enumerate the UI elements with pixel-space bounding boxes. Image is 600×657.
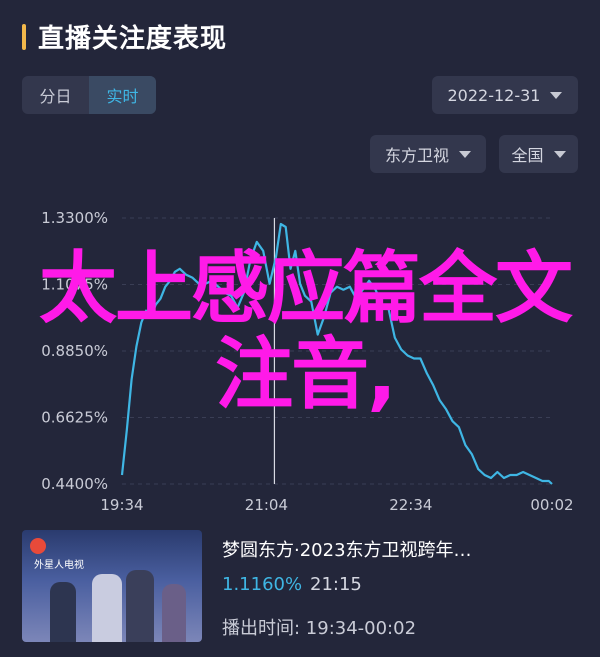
overlay-text: 太上感应篇全文注音,	[38, 244, 573, 420]
page-header: 直播关注度表现	[22, 18, 227, 55]
x-tick-label: 21:04	[245, 496, 288, 514]
chevron-down-icon	[459, 150, 471, 158]
date-value: 2022-12-31	[447, 85, 541, 105]
performer-figure	[162, 584, 186, 642]
performer-figure	[50, 582, 76, 642]
x-tick-label: 00:02	[530, 496, 573, 514]
program-title: 梦圆东方·2023东方卫视跨年…	[222, 540, 472, 561]
tab-realtime[interactable]: 实时	[89, 76, 156, 114]
view-toggle: 分日 实时	[22, 76, 156, 114]
program-airtime: 播出时间: 19:34-00:02	[222, 618, 417, 639]
chevron-down-icon	[553, 150, 566, 158]
program-card[interactable]: 外星人电视 梦圆东方·2023东方卫视跨年… 1.1160% 21:15 播出时…	[22, 530, 578, 642]
channel-select[interactable]: 东方卫视	[370, 135, 486, 173]
thumbnail-caption: 外星人电视	[34, 560, 84, 571]
region-value: 全国	[511, 146, 544, 165]
channel-value: 东方卫视	[384, 146, 449, 165]
y-tick-label: 1.3300%	[41, 209, 108, 227]
performer-figure	[126, 570, 154, 642]
program-time: 21:15	[310, 574, 362, 595]
chevron-down-icon	[550, 91, 563, 99]
x-tick-label: 19:34	[100, 496, 143, 514]
program-thumbnail[interactable]: 外星人电视	[22, 530, 202, 642]
x-tick-label: 22:34	[389, 496, 432, 514]
date-select[interactable]: 2022-12-31	[432, 76, 578, 114]
region-select[interactable]: 全国	[499, 135, 578, 173]
performer-figure	[92, 574, 122, 642]
y-tick-label: 0.4400%	[41, 475, 108, 493]
page-title: 直播关注度表现	[38, 24, 228, 54]
program-rating: 1.1160%	[222, 574, 303, 595]
tab-daily[interactable]: 分日	[22, 76, 89, 114]
title-accent-bar	[22, 23, 26, 50]
channel-logo-icon	[30, 538, 46, 554]
